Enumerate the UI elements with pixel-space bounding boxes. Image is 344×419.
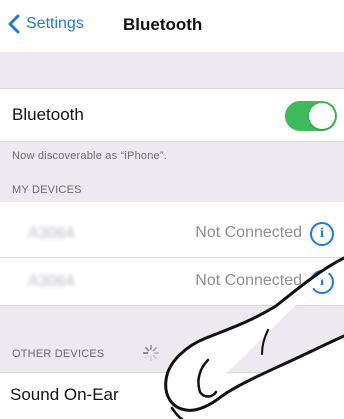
device-row[interactable]: A3064 Not Connected i (0, 258, 344, 306)
bluetooth-label: Bluetooth (12, 105, 84, 124)
device-status: Not Connected (195, 272, 302, 289)
page-title: Bluetooth (123, 15, 203, 34)
device-name: A3064 (28, 225, 75, 242)
back-button[interactable]: Settings (8, 14, 84, 34)
info-icon[interactable]: i (310, 270, 334, 294)
discoverable-caption: Now discoverable as “iPhone”. (12, 150, 167, 162)
other-device-row[interactable]: Sound On-Ear (0, 372, 344, 419)
other-devices-section-header: OTHER DEVICES (0, 306, 344, 372)
section-gap (0, 52, 344, 88)
bluetooth-toggle-row: Bluetooth (0, 88, 344, 142)
navigation-bar: Settings Bluetooth (0, 0, 344, 52)
back-button-label: Settings (26, 15, 84, 32)
device-status: Not Connected (195, 224, 302, 241)
other-devices-header: OTHER DEVICES (12, 348, 105, 360)
other-device-name: Sound On-Ear (10, 385, 119, 404)
loading-spinner-icon (142, 344, 160, 362)
toggle-knob (309, 103, 335, 129)
device-row[interactable]: A3064 Not Connected i (0, 210, 344, 258)
device-name: A3064 (28, 273, 75, 290)
my-devices-header: MY DEVICES (12, 184, 82, 196)
my-devices-section-header: Now discoverable as “iPhone”. MY DEVICES (0, 142, 344, 202)
bluetooth-toggle[interactable] (285, 101, 337, 131)
chevron-left-icon (8, 14, 20, 34)
info-icon[interactable]: i (310, 222, 334, 246)
